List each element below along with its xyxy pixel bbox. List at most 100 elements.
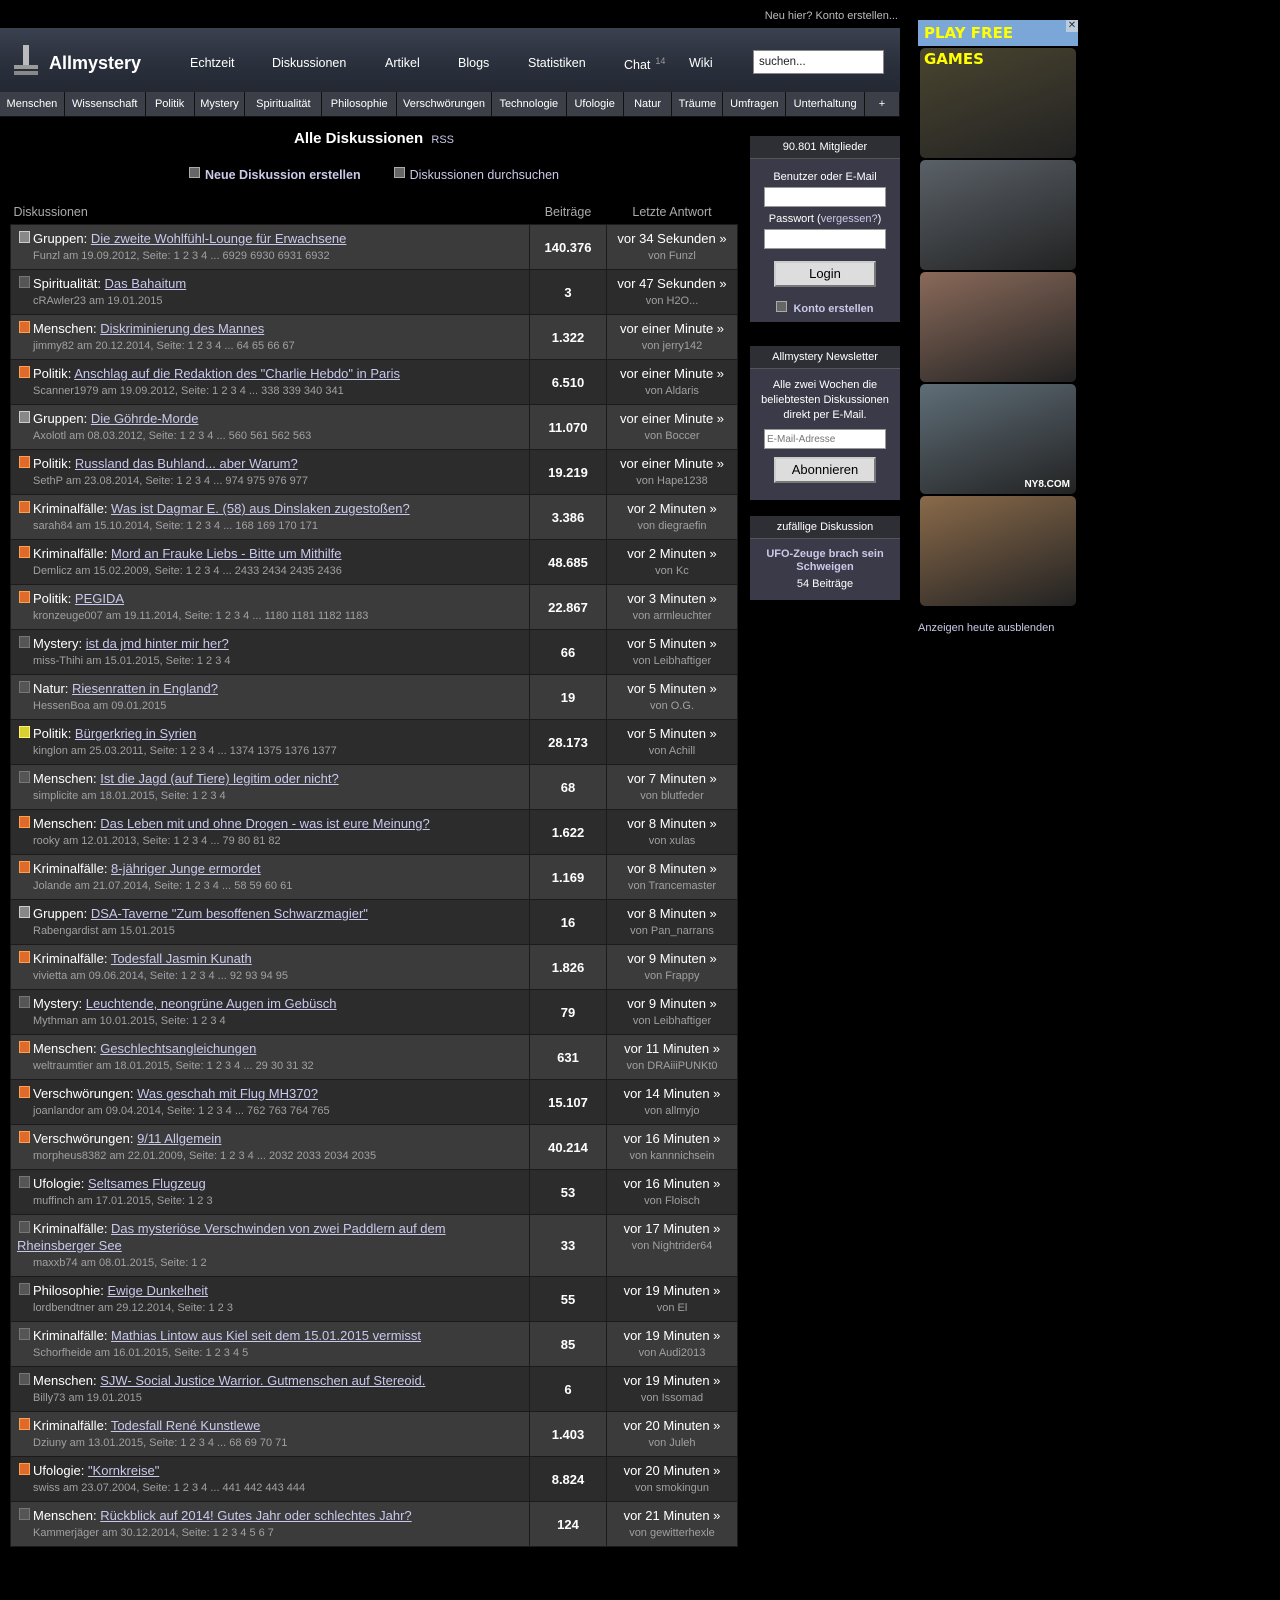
last-reply-time[interactable]: vor einer Minute » bbox=[607, 365, 737, 382]
category-unterhaltung[interactable]: Unterhaltung bbox=[786, 92, 866, 116]
category-natur[interactable]: Natur bbox=[623, 92, 673, 116]
last-reply-user[interactable]: von Hape1238 bbox=[607, 473, 737, 489]
last-reply-time[interactable]: vor 3 Minuten » bbox=[607, 590, 737, 607]
topic-link[interactable]: "Kornkreise" bbox=[88, 1463, 159, 1478]
category-+[interactable]: + bbox=[865, 92, 900, 116]
topic-link[interactable]: PEGIDA bbox=[75, 591, 124, 606]
last-reply-user[interactable]: von Aldaris bbox=[607, 383, 737, 399]
last-reply-time[interactable]: vor 17 Minuten » bbox=[607, 1220, 737, 1237]
last-reply-user[interactable]: von gewitterhexle bbox=[607, 1525, 737, 1541]
last-reply-user[interactable]: von Nightrider64 bbox=[607, 1238, 737, 1254]
last-reply-time[interactable]: vor einer Minute » bbox=[607, 320, 737, 337]
category-technologie[interactable]: Technologie bbox=[491, 92, 567, 116]
last-reply-cell[interactable]: vor einer Minute » von Aldaris bbox=[606, 359, 738, 405]
last-reply-user[interactable]: von Frappy bbox=[607, 968, 737, 984]
last-reply-user[interactable]: von Funzl bbox=[607, 248, 737, 264]
random-discussion-link[interactable]: UFO-Zeuge brach sein Schweigen bbox=[766, 548, 883, 573]
last-reply-time[interactable]: vor 21 Minuten » bbox=[607, 1507, 737, 1524]
username-input[interactable] bbox=[764, 187, 886, 207]
forgot-password-link[interactable]: vergessen? bbox=[821, 213, 878, 225]
last-reply-user[interactable]: von Audi2013 bbox=[607, 1345, 737, 1361]
last-reply-user[interactable]: von H2O... bbox=[607, 293, 737, 309]
last-reply-time[interactable]: vor 20 Minuten » bbox=[607, 1417, 737, 1434]
last-reply-time[interactable]: vor 7 Minuten » bbox=[607, 770, 737, 787]
ad-close-icon[interactable]: ✕ bbox=[1066, 20, 1078, 32]
last-reply-time[interactable]: vor 16 Minuten » bbox=[607, 1175, 737, 1192]
nav-blogs[interactable]: Blogs bbox=[458, 56, 489, 70]
newsletter-email-input[interactable] bbox=[764, 429, 886, 449]
last-reply-user[interactable]: von Leibhaftiger bbox=[607, 653, 737, 669]
topic-link[interactable]: Was ist Dagmar E. (58) aus Dinslaken zug… bbox=[111, 501, 410, 516]
last-reply-time[interactable]: vor einer Minute » bbox=[607, 410, 737, 427]
last-reply-cell[interactable]: vor einer Minute » von Hape1238 bbox=[606, 449, 738, 495]
last-reply-cell[interactable]: vor 20 Minuten » von Juleh bbox=[606, 1411, 738, 1457]
last-reply-user[interactable]: von Floisch bbox=[607, 1193, 737, 1209]
last-reply-user[interactable]: von diegraefin bbox=[607, 518, 737, 534]
last-reply-cell[interactable]: vor einer Minute » von jerry142 bbox=[606, 314, 738, 360]
site-logo[interactable]: Allmystery bbox=[49, 53, 141, 74]
last-reply-user[interactable]: von Pan_narrans bbox=[607, 923, 737, 939]
last-reply-user[interactable]: von kannnichsein bbox=[607, 1148, 737, 1164]
last-reply-user[interactable]: von DRAiiiPUNKt0 bbox=[607, 1058, 737, 1074]
nav-wiki[interactable]: Wiki bbox=[689, 56, 713, 70]
topic-link[interactable]: Geschlechtsangleichungen bbox=[100, 1041, 256, 1056]
last-reply-cell[interactable]: vor 16 Minuten » von kannnichsein bbox=[606, 1124, 738, 1170]
last-reply-time[interactable]: vor 8 Minuten » bbox=[607, 905, 737, 922]
nav-echtzeit[interactable]: Echtzeit bbox=[190, 56, 234, 70]
new-discussion-link[interactable]: Neue Diskussion erstellen bbox=[205, 168, 361, 182]
last-reply-user[interactable]: von jerry142 bbox=[607, 338, 737, 354]
last-reply-user[interactable]: von Achill bbox=[607, 743, 737, 759]
topic-link[interactable]: Ewige Dunkelheit bbox=[107, 1283, 207, 1298]
topic-link[interactable]: Seltsames Flugzeug bbox=[88, 1176, 206, 1191]
last-reply-user[interactable]: von smokingun bbox=[607, 1480, 737, 1496]
topic-link[interactable]: Mord an Frauke Liebs - Bitte um Mithilfe bbox=[111, 546, 341, 561]
last-reply-cell[interactable]: vor 2 Minuten » von diegraefin bbox=[606, 494, 738, 540]
last-reply-user[interactable]: von Kc bbox=[607, 563, 737, 579]
last-reply-time[interactable]: vor 16 Minuten » bbox=[607, 1130, 737, 1147]
category-philosophie[interactable]: Philosophie bbox=[322, 92, 398, 116]
last-reply-time[interactable]: vor 34 Sekunden » bbox=[607, 230, 737, 247]
last-reply-user[interactable]: von Trancemaster bbox=[607, 878, 737, 894]
last-reply-cell[interactable]: vor 17 Minuten » von Nightrider64 bbox=[606, 1214, 738, 1277]
topic-link[interactable]: SJW- Social Justice Warrior. Gutmenschen… bbox=[100, 1373, 425, 1388]
last-reply-cell[interactable]: vor 47 Sekunden » von H2O... bbox=[606, 269, 738, 315]
last-reply-time[interactable]: vor 11 Minuten » bbox=[607, 1040, 737, 1057]
topic-link[interactable]: Todesfall Jasmin Kunath bbox=[111, 951, 252, 966]
last-reply-user[interactable]: von armleuchter bbox=[607, 608, 737, 624]
category-verschwörungen[interactable]: Verschwörungen bbox=[397, 92, 492, 116]
last-reply-time[interactable]: vor 14 Minuten » bbox=[607, 1085, 737, 1102]
logo-icon[interactable] bbox=[14, 45, 38, 75]
last-reply-cell[interactable]: vor 11 Minuten » von DRAiiiPUNKt0 bbox=[606, 1034, 738, 1080]
last-reply-time[interactable]: vor 20 Minuten » bbox=[607, 1462, 737, 1479]
last-reply-cell[interactable]: vor 8 Minuten » von Trancemaster bbox=[606, 854, 738, 900]
last-reply-user[interactable]: von El bbox=[607, 1300, 737, 1316]
last-reply-cell[interactable]: vor 8 Minuten » von xulas bbox=[606, 809, 738, 855]
last-reply-cell[interactable]: vor 5 Minuten » von Leibhaftiger bbox=[606, 629, 738, 675]
nav-artikel[interactable]: Artikel bbox=[385, 56, 420, 70]
last-reply-time[interactable]: vor 8 Minuten » bbox=[607, 860, 737, 877]
last-reply-cell[interactable]: vor 9 Minuten » von Leibhaftiger bbox=[606, 989, 738, 1035]
last-reply-user[interactable]: von blutfeder bbox=[607, 788, 737, 804]
last-reply-user[interactable]: von Boccer bbox=[607, 428, 737, 444]
last-reply-user[interactable]: von allmyjo bbox=[607, 1103, 737, 1119]
ad-game-thumb[interactable] bbox=[920, 272, 1076, 382]
topic-link[interactable]: DSA-Taverne "Zum besoffenen Schwarzmagie… bbox=[91, 906, 368, 921]
ad-game-thumb[interactable]: NY8.COM bbox=[920, 384, 1076, 494]
last-reply-cell[interactable]: vor 34 Sekunden » von Funzl bbox=[606, 224, 738, 270]
nav-statistiken[interactable]: Statistiken bbox=[528, 56, 586, 70]
category-ufologie[interactable]: Ufologie bbox=[566, 92, 624, 116]
nav-chat[interactable]: Chat 14 bbox=[624, 56, 665, 72]
last-reply-cell[interactable]: vor 20 Minuten » von smokingun bbox=[606, 1456, 738, 1502]
last-reply-time[interactable]: vor 5 Minuten » bbox=[607, 635, 737, 652]
category-mystery[interactable]: Mystery bbox=[194, 92, 246, 116]
last-reply-time[interactable]: vor 19 Minuten » bbox=[607, 1372, 737, 1389]
topic-link[interactable]: Ist die Jagd (auf Tiere) legitim oder ni… bbox=[100, 771, 338, 786]
last-reply-cell[interactable]: vor 8 Minuten » von Pan_narrans bbox=[606, 899, 738, 945]
search-discussions-link[interactable]: Diskussionen durchsuchen bbox=[410, 168, 559, 182]
last-reply-time[interactable]: vor 2 Minuten » bbox=[607, 500, 737, 517]
nav-diskussionen[interactable]: Diskussionen bbox=[272, 56, 346, 70]
create-account-link[interactable]: Konto erstellen bbox=[793, 303, 873, 315]
topic-link[interactable]: Das Bahaitum bbox=[105, 276, 187, 291]
topic-link[interactable]: Die Göhrde-Morde bbox=[91, 411, 199, 426]
last-reply-time[interactable]: vor 19 Minuten » bbox=[607, 1282, 737, 1299]
